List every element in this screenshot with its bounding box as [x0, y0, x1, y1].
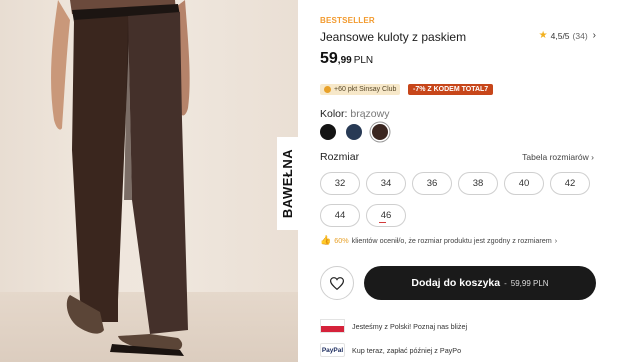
- model-illustration: [51, 0, 190, 356]
- size-label: Rozmiar: [320, 151, 360, 163]
- add-to-cart-separator: -: [504, 278, 507, 288]
- poland-info-text: Jesteśmy z Polski! Poznaj nas bliżej: [352, 321, 468, 331]
- price-main: 59: [320, 50, 338, 67]
- price-currency: PLN: [353, 55, 374, 66]
- color-label: Kolor: brązowy: [320, 108, 389, 120]
- fit-percent: 60%: [334, 236, 349, 245]
- cotton-badge: BAWEŁNA: [277, 137, 298, 230]
- add-to-cart-button[interactable]: Dodaj do koszyka - 59,99 PLN: [364, 266, 596, 300]
- color-swatch-brown[interactable]: [372, 124, 388, 140]
- promo-code-label: -7% Z KODEM TOTAL7: [413, 86, 489, 93]
- color-swatches: [320, 124, 388, 140]
- size-options: 32 34 36 38 40 42 44 46: [320, 172, 600, 227]
- chevron-right-icon: ›: [591, 152, 594, 162]
- color-swatch-black[interactable]: [320, 124, 336, 140]
- chevron-right-icon: ›: [592, 30, 596, 41]
- chevron-right-icon: ›: [554, 236, 558, 245]
- thumbs-up-icon: 👍: [320, 235, 332, 245]
- size-option[interactable]: 36: [412, 172, 452, 195]
- club-points-tag: +60 pkt Sinsay Club: [320, 84, 401, 95]
- size-option[interactable]: 42: [550, 172, 590, 195]
- size-value: 42: [564, 178, 576, 189]
- rating-link[interactable]: ★ 4,5/5 (34) ›: [539, 30, 596, 41]
- fit-note-link[interactable]: 👍 60% klientów ocenił/o, że rozmiar prod…: [320, 235, 557, 246]
- paypal-logo: PayPal: [320, 343, 345, 357]
- product-title: Jeansowe kuloty z paskiem: [320, 30, 467, 44]
- star-icon: ★: [538, 29, 548, 41]
- size-value: 46: [380, 210, 392, 221]
- size-table-link[interactable]: Tabela rozmiarów ›: [522, 152, 594, 162]
- size-value: 36: [426, 178, 438, 189]
- size-option-low-stock[interactable]: 46: [366, 204, 406, 227]
- promo-code-tag[interactable]: -7% Z KODEM TOTAL7: [408, 84, 494, 95]
- size-value: 34: [380, 178, 392, 189]
- paypal-info-text: Kup teraz, zapłać później z PayPo: [352, 345, 462, 355]
- add-to-cart-price: 59,99 PLN: [510, 278, 549, 288]
- product-info-panel: BESTSELLER ★ 4,5/5 (34) › Jeansowe kulot…: [298, 0, 620, 362]
- size-option[interactable]: 38: [458, 172, 498, 195]
- paypal-info-row[interactable]: PayPal Kup teraz, zapłać później z PayPo: [320, 343, 461, 357]
- color-swatch-navy[interactable]: [346, 124, 362, 140]
- poland-flag-icon: [320, 319, 345, 333]
- heart-icon: [330, 276, 344, 290]
- club-points-label: +60 pkt Sinsay Club: [334, 86, 397, 93]
- price-cents: ,99: [337, 55, 352, 66]
- coin-icon: [324, 86, 331, 93]
- size-table-label: Tabela rozmiarów: [522, 152, 589, 162]
- product-photo[interactable]: BAWEŁNA: [0, 0, 298, 362]
- add-to-cart-label: Dodaj do koszyka: [411, 277, 501, 289]
- color-label-text: Kolor:: [320, 108, 348, 120]
- paypal-logo-text: PayPal: [321, 346, 344, 354]
- size-value: 32: [334, 178, 346, 189]
- size-option[interactable]: 40: [504, 172, 544, 195]
- size-option[interactable]: 32: [320, 172, 360, 195]
- fit-text: klientów ocenił/o, że rozmiar produktu j…: [351, 236, 552, 245]
- low-stock-indicator: [379, 221, 386, 223]
- wishlist-button[interactable]: [320, 266, 354, 300]
- size-value: 40: [518, 178, 530, 189]
- size-value: 38: [472, 178, 484, 189]
- cotton-badge-label: BAWEŁNA: [280, 148, 295, 219]
- review-count: (34): [572, 30, 588, 41]
- product-price: 59,99 PLN: [320, 50, 373, 68]
- size-option[interactable]: 34: [366, 172, 406, 195]
- poland-info-row[interactable]: Jesteśmy z Polski! Poznaj nas bliżej: [320, 319, 467, 333]
- size-value: 44: [334, 210, 346, 221]
- bestseller-badge: BESTSELLER: [320, 16, 375, 25]
- rating-value: 4,5/5: [550, 30, 570, 41]
- size-option[interactable]: 44: [320, 204, 360, 227]
- color-value: brązowy: [350, 108, 390, 120]
